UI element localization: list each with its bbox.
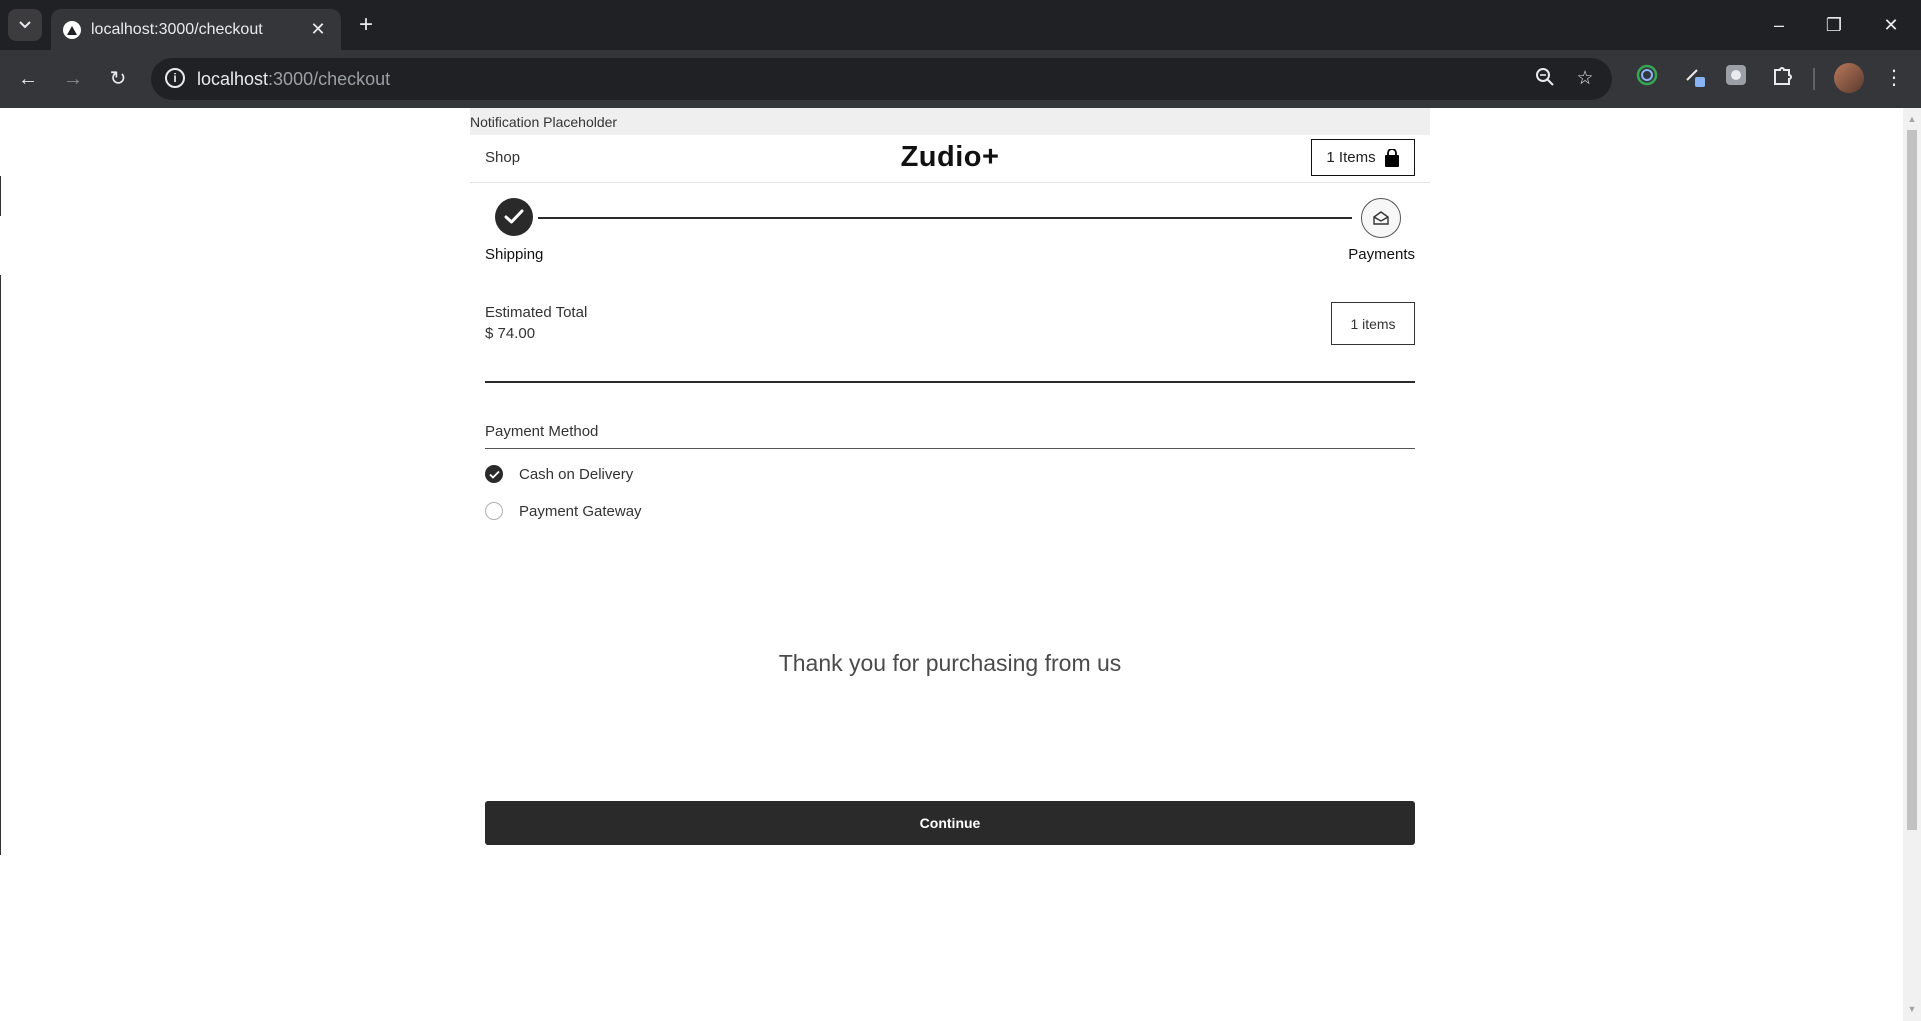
continue-button[interactable]: Continue bbox=[485, 801, 1415, 845]
extension-target-icon[interactable] bbox=[1633, 64, 1661, 92]
edge-marker bbox=[0, 176, 1, 216]
cart-count-label: 1 Items bbox=[1326, 149, 1376, 166]
estimated-total-value: $ 74.00 bbox=[485, 325, 536, 342]
thank-you-message: Thank you for purchasing from us bbox=[778, 650, 1122, 676]
browser-tab-bar: localhost:3000/checkout ✕ + – ❐ ✕ bbox=[0, 0, 1921, 50]
extension-pen-icon[interactable] bbox=[1681, 64, 1709, 92]
favicon-icon bbox=[63, 21, 81, 39]
estimated-total-label: Estimated Total bbox=[485, 304, 588, 321]
radio-unchecked-icon[interactable] bbox=[485, 502, 503, 520]
restore-button[interactable]: ❐ bbox=[1819, 12, 1849, 38]
scroll-up-icon[interactable]: ▲ bbox=[1907, 114, 1917, 124]
minimize-button[interactable]: – bbox=[1764, 12, 1794, 38]
more-menu-icon[interactable]: ⋮ bbox=[1880, 64, 1908, 92]
payment-method-title: Payment Method bbox=[485, 423, 1415, 449]
url-text[interactable]: localhost:3000/checkout bbox=[197, 69, 390, 90]
checkout-steps: Shipping Payments bbox=[470, 183, 1430, 301]
close-icon[interactable]: ✕ bbox=[307, 18, 329, 40]
chevron-down-icon bbox=[19, 21, 31, 29]
payment-option-label[interactable]: Payment Gateway bbox=[519, 503, 642, 520]
site-info-icon[interactable]: i bbox=[165, 68, 185, 88]
step-payments-pending bbox=[1361, 198, 1401, 238]
cart-button[interactable]: 1 Items bbox=[1311, 139, 1415, 176]
items-count-button[interactable]: 1 items bbox=[1331, 302, 1415, 345]
notification-bar: Notification Placeholder bbox=[470, 108, 1430, 135]
page-viewport: Notification Placeholder Shop Zudio+ 1 I… bbox=[0, 108, 1903, 1021]
extensions-puzzle-icon[interactable] bbox=[1769, 64, 1797, 92]
tab-title: localhost:3000/checkout bbox=[91, 21, 263, 38]
scroll-thumb[interactable] bbox=[1907, 130, 1917, 830]
step-label-payments: Payments bbox=[1348, 246, 1415, 263]
brand-logo[interactable]: Zudio+ bbox=[470, 141, 1430, 174]
step-label-shipping: Shipping bbox=[485, 246, 544, 263]
close-window-button[interactable]: ✕ bbox=[1876, 12, 1906, 38]
checkout-container: Notification Placeholder Shop Zudio+ 1 I… bbox=[470, 108, 1430, 845]
bookmark-star-icon[interactable]: ☆ bbox=[1573, 67, 1597, 91]
back-arrow-icon[interactable]: ← bbox=[11, 62, 45, 96]
edge-marker bbox=[0, 275, 1, 855]
envelope-open-icon bbox=[1373, 211, 1389, 225]
payment-method-section: Payment Method Cash on Delivery Payment … bbox=[485, 383, 1415, 523]
scroll-down-icon[interactable]: ▼ bbox=[1907, 1004, 1917, 1014]
extension-hand-icon[interactable] bbox=[1722, 64, 1750, 92]
zoom-icon[interactable] bbox=[1533, 67, 1557, 91]
shopping-bag-icon bbox=[1384, 148, 1399, 167]
step-shipping-complete bbox=[495, 198, 533, 236]
reload-icon[interactable]: ↻ bbox=[101, 62, 135, 96]
tab-search-button[interactable] bbox=[8, 9, 42, 41]
browser-toolbar: ← → ↻ i localhost:3000/checkout ☆ ⋮ bbox=[0, 50, 1921, 108]
step-progress-line bbox=[538, 217, 1352, 219]
checkmark-icon bbox=[504, 209, 524, 224]
site-header: Shop Zudio+ 1 Items bbox=[470, 135, 1430, 183]
order-summary: Estimated Total $ 74.00 1 items bbox=[485, 301, 1415, 383]
address-bar[interactable]: i localhost:3000/checkout ☆ bbox=[151, 58, 1612, 100]
forward-arrow-icon[interactable]: → bbox=[56, 62, 90, 96]
payment-option-cod[interactable]: Cash on Delivery bbox=[485, 449, 1415, 486]
payment-option-label[interactable]: Cash on Delivery bbox=[519, 466, 633, 483]
page-scrollbar[interactable]: ▲ ▼ bbox=[1903, 108, 1921, 1021]
browser-tab[interactable]: localhost:3000/checkout ✕ bbox=[51, 9, 341, 50]
avatar[interactable] bbox=[1834, 63, 1864, 93]
new-tab-button[interactable]: + bbox=[353, 13, 379, 39]
toolbar-divider bbox=[1813, 68, 1815, 90]
payment-option-gateway[interactable]: Payment Gateway bbox=[485, 486, 1415, 523]
radio-checked-icon[interactable] bbox=[485, 465, 503, 483]
